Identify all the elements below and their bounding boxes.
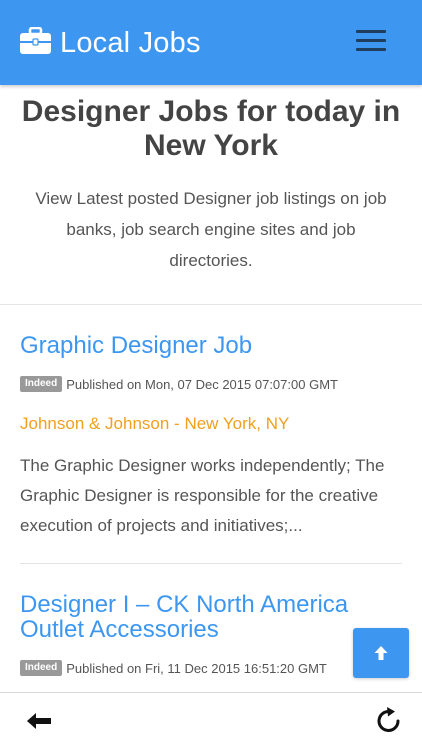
published-date: Published on Fri, 11 Dec 2015 16:51:20 G… [66,660,327,676]
job-meta: Indeed Published on Mon, 07 Dec 2015 07:… [20,376,402,392]
arrow-up-icon [374,646,388,660]
menu-line [356,30,386,33]
company-location: Johnson & Johnson - New York, NY [20,414,290,433]
reload-icon[interactable] [374,706,404,736]
job-description: The Graphic Designer works independently… [20,456,385,535]
menu-line [356,48,386,51]
divider [0,304,422,305]
published-date: Published on Mon, 07 Dec 2015 07:07:00 G… [66,376,338,392]
scroll-to-top-button[interactable] [353,628,409,678]
source-badge: Indeed [20,376,63,392]
bottom-toolbar [0,692,422,750]
job-title-link[interactable]: Graphic Designer Job [20,333,402,358]
briefcase-icon [20,27,51,54]
hamburger-menu-icon[interactable] [356,30,388,56]
app-bar: Local Jobs [0,0,422,85]
back-arrow-icon[interactable] [26,711,52,731]
menu-line [356,39,386,42]
page-heading: Designer Jobs for today in New York [21,95,401,162]
source-badge: Indeed [20,660,63,676]
app-title: Local Jobs [60,27,201,59]
job-title-link[interactable]: Designer I – CK North America Outlet Acc… [20,592,402,642]
main-content: Designer Jobs for today in New York View… [0,85,422,700]
divider [20,563,402,564]
job-meta: Indeed Published on Fri, 11 Dec 2015 16:… [20,660,402,676]
page-subheading: View Latest posted Designer job listings… [35,189,387,270]
job-listing: Graphic Designer Job Indeed Published on… [0,333,422,541]
